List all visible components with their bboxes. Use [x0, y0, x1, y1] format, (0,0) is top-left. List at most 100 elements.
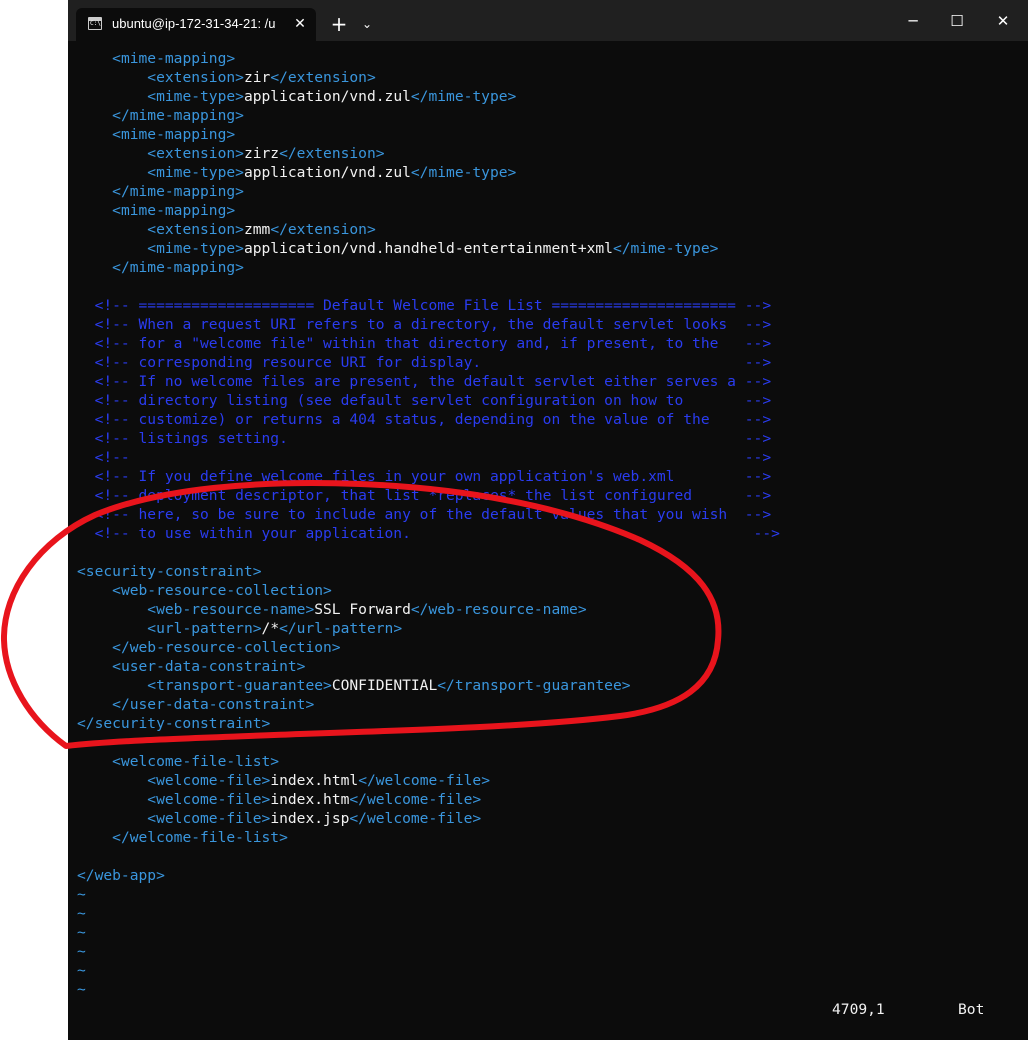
- cursor-position: 4709,1: [832, 1001, 885, 1018]
- vim-editor-area[interactable]: 4709,1 Bot <mime-mapping> <extension> zir…: [68, 49, 1028, 1040]
- editor-line: <web-resource-collection>: [77, 581, 332, 600]
- xml-comment: <!-- corresponding resource URI for disp…: [94, 354, 772, 371]
- xml-tag: </mime-type>: [410, 88, 517, 105]
- xml-comment: <!-- When a request URI refers to a dire…: [94, 316, 772, 333]
- xml-comment: <!-- ==================== Default Welcom…: [94, 297, 772, 314]
- xml-tag: </welcome-file>: [349, 810, 482, 827]
- editor-line: <!-- for a "welcome file" within that di…: [77, 334, 772, 353]
- editor-line: <web-resource-name>SSL Forward</web-reso…: [77, 600, 586, 619]
- xml-tag: </mime-mapping>: [112, 107, 244, 124]
- xml-value: CONFIDENTIAL: [331, 677, 438, 694]
- empty-line-marker: ~: [77, 943, 86, 960]
- chevron-down-icon[interactable]: ⌄: [356, 12, 378, 36]
- editor-line: <!-- to use within your application. -->: [77, 524, 780, 543]
- xml-tag: </transport-guarantee>: [437, 677, 631, 694]
- xml-value: application/vnd.zul: [243, 88, 411, 105]
- terminal-tab[interactable]: ubuntu@ip-172-31-34-21: /u ✕: [76, 8, 316, 41]
- editor-line: </web-resource-collection>: [77, 638, 340, 657]
- editor-line: <!-- listings setting. -->: [77, 429, 772, 448]
- empty-line-marker: ~: [77, 886, 86, 903]
- xml-comment: <!-- If you define welcome files in your…: [94, 468, 772, 485]
- xml-tag: <user-data-constraint>: [112, 658, 306, 675]
- xml-tag: </extension>: [270, 69, 376, 86]
- empty-line-marker: ~: [77, 905, 86, 922]
- editor-line: <transport-guarantee>CONFIDENTIAL</trans…: [77, 676, 631, 695]
- editor-line: ~: [77, 961, 86, 980]
- empty-line-marker: ~: [77, 962, 86, 979]
- editor-line: <mime-mapping>: [77, 49, 235, 68]
- xml-tag: </welcome-file-list>: [112, 829, 288, 846]
- editor-line: </mime-mapping>: [77, 182, 244, 201]
- close-tab-icon[interactable]: ✕: [290, 14, 310, 34]
- new-tab-button[interactable]: +: [326, 11, 352, 37]
- xml-tag: <mime-mapping>: [112, 202, 236, 219]
- editor-line: ~: [77, 885, 86, 904]
- xml-tag: <mime-type>: [147, 240, 244, 257]
- minimize-button[interactable]: ─: [890, 6, 936, 36]
- xml-tag: <welcome-file>: [147, 772, 271, 789]
- editor-line: <!-- If no welcome files are present, th…: [77, 372, 772, 391]
- xml-value: index.htm: [270, 791, 350, 808]
- editor-line: <!-- here, so be sure to include any of …: [77, 505, 772, 524]
- editor-line: <!-- customize) or returns a 404 status,…: [77, 410, 772, 429]
- editor-line: </welcome-file-list>: [77, 828, 288, 847]
- editor-line: <!-- ==================== Default Welcom…: [77, 296, 772, 315]
- empty-line-marker: ~: [77, 924, 86, 941]
- xml-tag: </web-app>: [77, 867, 165, 884]
- editor-line: <mime-mapping>: [77, 201, 235, 220]
- editor-line: <welcome-file>index.jsp</welcome-file>: [77, 809, 481, 828]
- xml-tag: </welcome-file>: [358, 772, 490, 789]
- editor-line: </security-constraint>: [77, 714, 270, 733]
- title-bar[interactable]: ubuntu@ip-172-31-34-21: /u ✕ + ⌄ ─ ☐ ✕: [68, 0, 1028, 41]
- editor-line: <welcome-file>index.htm</welcome-file>: [77, 790, 481, 809]
- xml-tag: <mime-type>: [147, 164, 244, 181]
- xml-tag: </mime-mapping>: [112, 259, 244, 276]
- xml-value: zmm: [243, 221, 271, 238]
- xml-value: /*: [261, 620, 280, 637]
- xml-tag: <web-resource-name>: [147, 601, 315, 618]
- xml-tag: <mime-mapping>: [112, 50, 236, 67]
- xml-value: SSL Forward: [314, 601, 411, 618]
- xml-tag: </mime-type>: [612, 240, 719, 257]
- xml-tag: <extension>: [147, 221, 244, 238]
- editor-line: <welcome-file>index.html</welcome-file>: [77, 771, 490, 790]
- scroll-position: Bot: [958, 1001, 985, 1018]
- xml-comment: <!-- deployment descriptor, that list *r…: [94, 487, 772, 504]
- xml-tag: <mime-mapping>: [112, 126, 236, 143]
- editor-line: <!-- If you define welcome files in your…: [77, 467, 772, 486]
- editor-line: <mime-type>application/vnd.zul</mime-typ…: [77, 87, 516, 106]
- editor-line: <extension>zmm</extension>: [77, 220, 375, 239]
- editor-line: <!-- When a request URI refers to a dire…: [77, 315, 772, 334]
- xml-comment: <!-- here, so be sure to include any of …: [94, 506, 772, 523]
- editor-line: </web-app>: [77, 866, 165, 885]
- xml-tag: </mime-type>: [410, 164, 517, 181]
- editor-line: <mime-type>application/vnd.zul</mime-typ…: [77, 163, 516, 182]
- tab-title: ubuntu@ip-172-31-34-21: /u: [112, 16, 276, 31]
- xml-comment: <!-- to use within your application. -->: [94, 525, 780, 542]
- xml-tag: <welcome-file>: [147, 791, 271, 808]
- xml-comment: <!-- If no welcome files are present, th…: [94, 373, 772, 390]
- xml-tag: </extension>: [279, 145, 385, 162]
- editor-line: <security-constraint>: [77, 562, 262, 581]
- editor-line: ~: [77, 904, 86, 923]
- editor-line: <mime-type>application/vnd.handheld-ente…: [77, 239, 718, 258]
- close-window-button[interactable]: ✕: [980, 6, 1026, 36]
- editor-line: <welcome-file-list>: [77, 752, 279, 771]
- xml-comment: <!-- -->: [94, 449, 772, 466]
- xml-tag: </url-pattern>: [279, 620, 403, 637]
- xml-tag: <url-pattern>: [147, 620, 262, 637]
- xml-tag: <web-resource-collection>: [112, 582, 332, 599]
- maximize-button[interactable]: ☐: [934, 6, 980, 36]
- xml-comment: <!-- listings setting. -->: [94, 430, 772, 447]
- xml-comment: <!-- customize) or returns a 404 status,…: [94, 411, 772, 428]
- xml-tag: </user-data-constraint>: [112, 696, 315, 713]
- xml-tag: <welcome-file>: [147, 810, 271, 827]
- editor-line: <mime-mapping>: [77, 125, 235, 144]
- xml-value: application/vnd.handheld-entertainment+x…: [243, 240, 613, 257]
- xml-tag: </welcome-file>: [349, 791, 482, 808]
- xml-value: index.jsp: [270, 810, 350, 827]
- xml-comment: <!-- for a "welcome file" within that di…: [94, 335, 772, 352]
- xml-value: application/vnd.zul: [243, 164, 411, 181]
- editor-line: </mime-mapping>: [77, 106, 244, 125]
- xml-value: zir: [243, 69, 271, 86]
